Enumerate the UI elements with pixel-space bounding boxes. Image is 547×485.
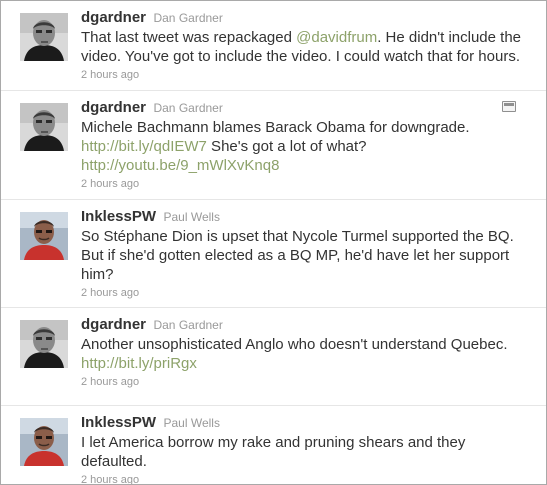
screen-name[interactable]: dgardner: [81, 316, 146, 333]
screen-name[interactable]: dgardner: [81, 99, 146, 116]
tweet-text-segment: That last tweet was repackaged: [81, 29, 297, 46]
tweet-content: InklessPW Paul Wells So Stéphane Dion is…: [81, 208, 532, 300]
tweet-link[interactable]: @davidfrum: [296, 29, 377, 46]
tweet-header: InklessPW Paul Wells: [81, 208, 532, 226]
full-name: Paul Wells: [163, 416, 220, 430]
timestamp[interactable]: 2 hours ago: [81, 286, 532, 300]
avatar[interactable]: [20, 13, 68, 61]
tweet-content: dgardner Dan Gardner Michele Bachmann bl…: [81, 99, 486, 191]
tweet-link[interactable]: http://youtu.be/9_mWlXvKnq8: [81, 157, 279, 174]
avatar[interactable]: [20, 320, 68, 368]
avatar[interactable]: [20, 103, 68, 151]
tweet-header: dgardner Dan Gardner: [81, 316, 532, 334]
screen-name[interactable]: InklessPW: [81, 208, 156, 225]
full-name: Paul Wells: [163, 210, 220, 224]
tweet-text: Another unsophisticated Anglo who doesn'…: [81, 335, 532, 373]
full-name: Dan Gardner: [153, 318, 223, 332]
tweet-item: dgardner Dan Gardner That last tweet was…: [1, 1, 546, 91]
tweet-item: dgardner Dan Gardner Michele Bachmann bl…: [1, 91, 546, 200]
tweet-link[interactable]: http://bit.ly/qdIEW7: [81, 138, 207, 155]
tweet-link[interactable]: http://bit.ly/priRgx: [81, 355, 197, 372]
tweet-timeline: dgardner Dan Gardner That last tweet was…: [0, 0, 547, 485]
avatar[interactable]: [20, 212, 68, 260]
tweet-text-segment: Michele Bachmann blames Barack Obama for…: [81, 119, 470, 136]
tweet-text: That last tweet was repackaged @davidfru…: [81, 28, 532, 66]
timestamp[interactable]: 2 hours ago: [81, 473, 532, 484]
tweet-text: So Stéphane Dion is upset that Nycole Tu…: [81, 227, 532, 284]
full-name: Dan Gardner: [153, 101, 223, 115]
tweet-text-segment: Another unsophisticated Anglo who doesn'…: [81, 336, 508, 353]
tweet-header: dgardner Dan Gardner: [81, 9, 532, 27]
screen-name[interactable]: dgardner: [81, 9, 146, 26]
tweet-content: dgardner Dan Gardner That last tweet was…: [81, 9, 532, 82]
tweet-text: I let America borrow my rake and pruning…: [81, 433, 532, 471]
timestamp[interactable]: 2 hours ago: [81, 177, 486, 191]
tweet-header: dgardner Dan Gardner: [81, 99, 486, 117]
tweet-content: dgardner Dan Gardner Another unsophistic…: [81, 316, 532, 389]
tweet-content: InklessPW Paul Wells I let America borro…: [81, 414, 532, 484]
tweet-text-segment: So Stéphane Dion is upset that Nycole Tu…: [81, 228, 514, 283]
tweet-text-segment: I let America borrow my rake and pruning…: [81, 434, 466, 470]
screen-name[interactable]: InklessPW: [81, 414, 156, 431]
timestamp[interactable]: 2 hours ago: [81, 68, 532, 82]
tweet-item: InklessPW Paul Wells So Stéphane Dion is…: [1, 200, 546, 308]
avatar[interactable]: [20, 418, 68, 466]
tweet-text-segment: She's got a lot of what?: [206, 138, 367, 155]
timestamp[interactable]: 2 hours ago: [81, 375, 532, 389]
tweet-item: dgardner Dan Gardner Another unsophistic…: [1, 308, 546, 406]
full-name: Dan Gardner: [153, 11, 223, 25]
tweet-item: InklessPW Paul Wells I let America borro…: [1, 406, 546, 484]
tweet-text: Michele Bachmann blames Barack Obama for…: [81, 118, 486, 175]
media-preview-icon[interactable]: [502, 101, 516, 112]
tweet-header: InklessPW Paul Wells: [81, 414, 532, 432]
